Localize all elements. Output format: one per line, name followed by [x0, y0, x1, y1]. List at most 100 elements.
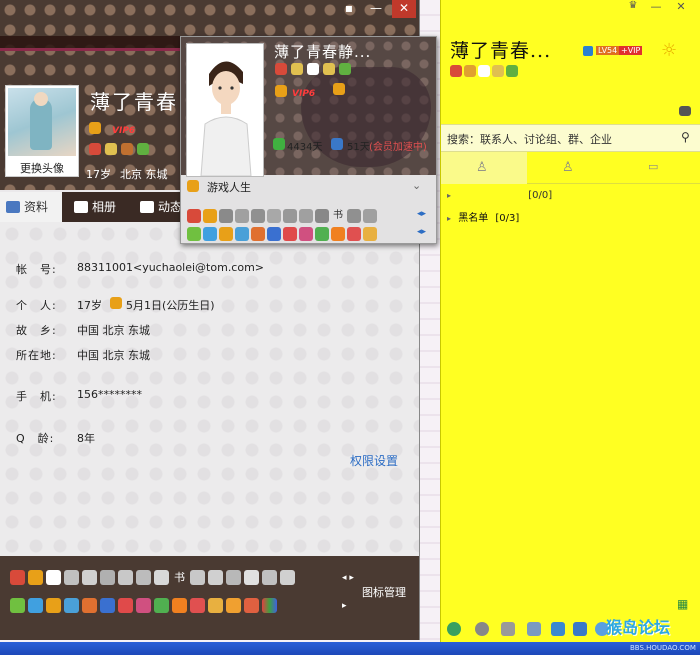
permission-settings-link[interactable]: 权限设置: [350, 452, 398, 469]
close-button[interactable]: ✕: [392, 0, 416, 18]
minimize-button[interactable]: —: [366, 0, 386, 18]
phone-icon[interactable]: [136, 570, 151, 585]
game-icon[interactable]: [10, 570, 25, 585]
card-row-arrows-2[interactable]: ◂▸: [417, 227, 426, 237]
file-icon[interactable]: [551, 622, 565, 636]
tab-recent[interactable]: ▭: [613, 152, 699, 184]
icon-row-arrows-2[interactable]: ▸: [342, 601, 347, 611]
pet-icon[interactable]: [219, 209, 233, 223]
weibo-icon[interactable]: [64, 598, 79, 613]
clover-icon[interactable]: [154, 598, 169, 613]
search-placeholder: 搜索：联系人、讨论组、群、企业: [447, 133, 612, 146]
blacklist-group[interactable]: ▸ 黑名单 [0/3]: [447, 209, 519, 224]
card-icon[interactable]: [347, 227, 361, 241]
avatar[interactable]: 更换头像: [5, 85, 79, 177]
penguin-icon[interactable]: [267, 227, 281, 241]
tab-contacts[interactable]: ♙: [441, 152, 527, 184]
tab-groups[interactable]: ♙: [527, 152, 613, 184]
cloud-icon[interactable]: [267, 209, 281, 223]
app-grid-icon[interactable]: ▦: [677, 597, 688, 611]
weather-sun-icon[interactable]: ☼: [661, 40, 677, 61]
shield-icon[interactable]: [573, 622, 587, 636]
diamond-icon[interactable]: [363, 209, 377, 223]
star-icon[interactable]: [46, 598, 61, 613]
qq-nickname[interactable]: 薄了青春...: [450, 36, 551, 63]
watermark-logo: 猴岛论坛: [606, 618, 671, 637]
blacklist-count: [0/3]: [495, 213, 520, 224]
diamond-icon[interactable]: [208, 570, 223, 585]
music-icon: [291, 63, 303, 75]
minimize-button[interactable]: —: [646, 0, 666, 16]
gear-icon[interactable]: [475, 622, 489, 636]
house-icon[interactable]: [363, 227, 377, 241]
weibo-icon[interactable]: [235, 227, 249, 241]
card-row-arrows[interactable]: ◂▸: [417, 209, 426, 219]
gem-icon[interactable]: [190, 570, 205, 585]
smile-icon[interactable]: [10, 598, 25, 613]
chat-icon[interactable]: [118, 570, 133, 585]
penguin-icon[interactable]: [100, 598, 115, 613]
pet-icon: [307, 63, 319, 75]
heart-icon[interactable]: [154, 570, 169, 585]
gift-icon[interactable]: [118, 598, 133, 613]
tag-icon[interactable]: [244, 570, 259, 585]
sound-icon[interactable]: [501, 622, 515, 636]
penguin-menu-icon[interactable]: [447, 622, 461, 636]
contact-group[interactable]: ▸ [0/0]: [447, 190, 552, 201]
search-icon[interactable]: ⚲: [681, 130, 690, 144]
search-input[interactable]: 搜索：联系人、讨论组、群、企业 ⚲: [441, 124, 700, 152]
gift-icon[interactable]: [283, 227, 297, 241]
heart-icon[interactable]: [315, 209, 329, 223]
gem-icon[interactable]: [347, 209, 361, 223]
house-icon[interactable]: [208, 598, 223, 613]
icon-row-arrows[interactable]: ◂ ▸: [342, 573, 354, 583]
tab-info[interactable]: 资料: [0, 192, 62, 222]
residence-label: 所在地:: [16, 349, 57, 362]
color-icon[interactable]: [262, 598, 277, 613]
diamond-icon[interactable]: [82, 570, 97, 585]
mail-icon[interactable]: [64, 570, 79, 585]
skin-button[interactable]: ▪: [340, 0, 358, 18]
calendar-icon: [273, 138, 285, 150]
note-icon[interactable]: [244, 598, 259, 613]
clover-icon[interactable]: [315, 227, 329, 241]
phone-icon[interactable]: [299, 209, 313, 223]
gem-icon[interactable]: [262, 570, 277, 585]
pet-icon[interactable]: [46, 570, 61, 585]
book-icon[interactable]: 书: [331, 209, 345, 223]
group-icon: ♙: [562, 160, 574, 175]
card-icon[interactable]: [190, 598, 205, 613]
orange-icon[interactable]: [172, 598, 187, 613]
diamond-icon[interactable]: [280, 570, 295, 585]
change-avatar-button[interactable]: 更换头像: [6, 160, 78, 176]
diamond-icon[interactable]: [251, 209, 265, 223]
shop-icon[interactable]: [82, 598, 97, 613]
book-icon[interactable]: 书: [172, 570, 187, 585]
shop-icon[interactable]: [251, 227, 265, 241]
qzone-icon[interactable]: [28, 598, 43, 613]
flower-icon[interactable]: [136, 598, 151, 613]
chevron-down-icon[interactable]: ⌄: [412, 179, 421, 192]
icon-manage-button[interactable]: 图标管理: [362, 584, 406, 600]
card-avatar[interactable]: [186, 43, 264, 177]
game-icon[interactable]: [187, 209, 201, 223]
skin-icon[interactable]: ♛: [623, 0, 643, 16]
tab-album[interactable]: 相册: [68, 192, 132, 222]
qzone-icon[interactable]: [203, 227, 217, 241]
mail-icon[interactable]: [679, 106, 691, 116]
folder-icon[interactable]: [226, 598, 241, 613]
music-icon[interactable]: [28, 570, 43, 585]
star-icon[interactable]: [219, 227, 233, 241]
bird-icon[interactable]: [226, 570, 241, 585]
chat-icon[interactable]: [283, 209, 297, 223]
mail-icon[interactable]: [235, 209, 249, 223]
music-icon[interactable]: [203, 209, 217, 223]
flower-icon[interactable]: [299, 227, 313, 241]
smile-icon[interactable]: [187, 227, 201, 241]
hometown-label: 故 乡:: [16, 324, 57, 337]
card-status: 游戏人生: [207, 181, 251, 194]
message-manager-icon[interactable]: [527, 622, 541, 636]
orange-icon[interactable]: [331, 227, 345, 241]
cloud-icon[interactable]: [100, 570, 115, 585]
close-button[interactable]: ✕: [669, 0, 693, 16]
